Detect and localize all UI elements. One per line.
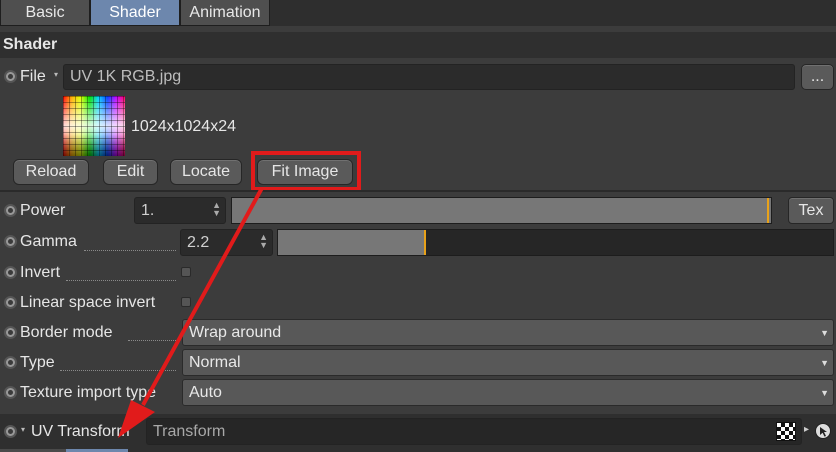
annotation-arrow (118, 187, 264, 438)
